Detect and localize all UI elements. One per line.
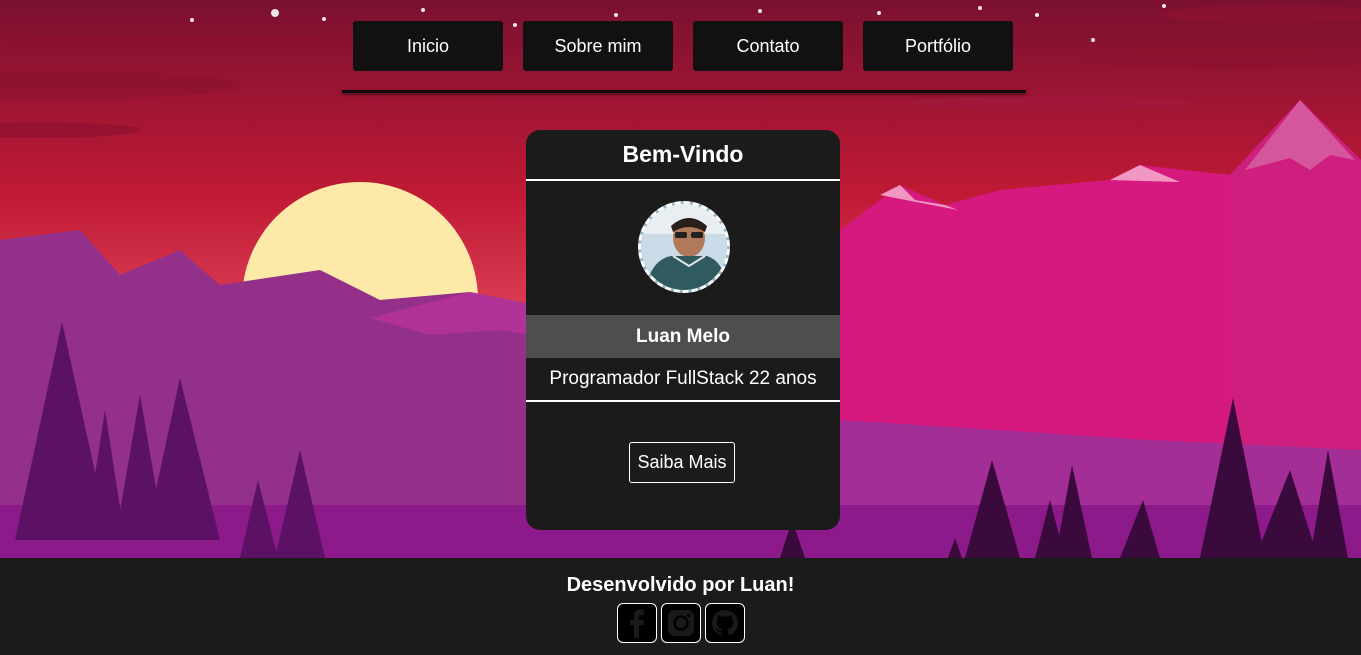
footer: Desenvolvido por Luan! bbox=[0, 558, 1361, 655]
nav-contato-label: Contato bbox=[736, 35, 800, 56]
nav-portfolio-button[interactable]: Portfólio bbox=[863, 21, 1013, 71]
profile-card: Bem-Vindo Luan Melo Programador FullStac… bbox=[526, 130, 840, 530]
github-icon[interactable] bbox=[704, 603, 745, 643]
nav-inicio-button[interactable]: Inicio bbox=[353, 21, 503, 71]
profile-role: Programador FullStack 22 anos bbox=[526, 358, 840, 402]
nav-inicio-label: Inicio bbox=[406, 35, 450, 56]
footer-text: Desenvolvido por Luan! bbox=[566, 574, 795, 596]
social-links bbox=[0, 603, 1361, 643]
nav-divider bbox=[342, 90, 1026, 93]
instagram-icon[interactable] bbox=[660, 603, 701, 643]
card-title: Bem-Vindo bbox=[526, 130, 840, 181]
main-nav: Inicio Sobre mim Contato Portfólio bbox=[353, 21, 1013, 71]
profile-name: Luan Melo bbox=[526, 315, 840, 358]
nav-sobre-mim-label: Sobre mim bbox=[554, 35, 642, 56]
nav-portfolio-label: Portfólio bbox=[904, 35, 972, 56]
saiba-mais-button[interactable]: Saiba Mais bbox=[629, 442, 735, 483]
nav-sobre-mim-button[interactable]: Sobre mim bbox=[523, 21, 673, 71]
avatar bbox=[638, 201, 730, 293]
nav-contato-button[interactable]: Contato bbox=[693, 21, 843, 71]
facebook-icon[interactable] bbox=[616, 603, 657, 643]
